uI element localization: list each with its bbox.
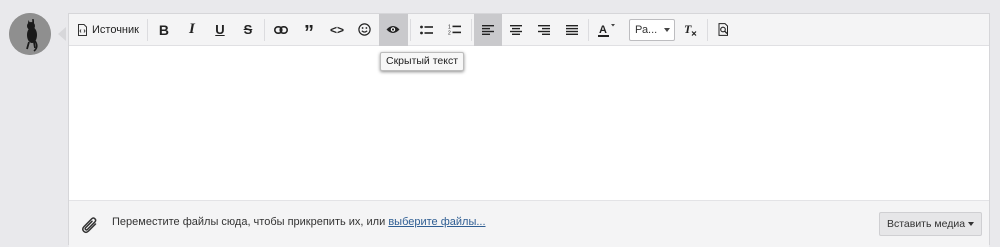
align-center-button[interactable] (502, 14, 530, 46)
paperclip-icon (82, 217, 97, 234)
rich-text-editor: Источник B I U S ” <> 1 2 A Ра... T Скры… (68, 13, 990, 247)
bulleted-list-button[interactable] (413, 14, 441, 46)
insert-media-button[interactable]: Вставить медиа (879, 212, 982, 236)
source-label: Источник (92, 23, 139, 36)
align-right-button[interactable] (530, 14, 558, 46)
svg-text:2: 2 (448, 31, 451, 36)
font-family-select[interactable]: Ра... (628, 18, 675, 41)
align-left-icon (481, 24, 494, 35)
align-left-button[interactable] (473, 13, 502, 46)
text-color-icon: A (597, 23, 615, 37)
drop-files-text: Переместите файлы сюда, чтобы прикрепить… (112, 216, 389, 228)
svg-text:A: A (599, 24, 607, 36)
remove-format-button[interactable]: T (677, 14, 705, 46)
bold-button[interactable]: B (150, 14, 178, 46)
smile-icon (358, 23, 372, 36)
code-button[interactable]: <> (323, 14, 351, 46)
choose-files-link[interactable]: выберите файлы... (388, 216, 485, 228)
toolbar-separator (409, 18, 411, 41)
toolbar-separator (470, 18, 472, 41)
avatar-pointer (58, 27, 66, 41)
chevron-down-icon (968, 222, 975, 226)
toolbar-separator (146, 18, 148, 41)
align-right-icon (537, 24, 550, 35)
editor-content-area[interactable] (69, 46, 989, 200)
strikethrough-button[interactable]: S (234, 14, 262, 46)
toolbar-separator (706, 18, 708, 41)
link-button[interactable] (267, 14, 295, 46)
clear-formatting-icon: T (684, 23, 697, 36)
align-justify-button[interactable] (558, 14, 586, 46)
eye-icon (386, 26, 400, 33)
toolbar-separator (587, 18, 589, 41)
hidden-text-button[interactable] (378, 13, 408, 46)
numbered-list-icon: 1 2 (448, 25, 462, 36)
attachment-bar: Переместите файлы сюда, чтобы прикрепить… (69, 200, 989, 247)
numbered-list-button[interactable]: 1 2 (441, 14, 469, 46)
editor-toolbar: Источник B I U S ” <> 1 2 A Ра... T (69, 13, 989, 46)
quote-button[interactable]: ” (295, 14, 323, 46)
insert-media-label: Вставить медиа (886, 218, 966, 230)
text-color-button[interactable]: A (591, 14, 623, 46)
link-icon (273, 25, 288, 34)
font-family-value: Ра... (634, 23, 658, 36)
underline-button[interactable]: U (206, 14, 234, 46)
cat-avatar-image (9, 13, 51, 55)
avatar[interactable] (9, 13, 51, 55)
smilie-button[interactable] (351, 14, 379, 46)
source-icon (78, 23, 87, 36)
chevron-down-icon (663, 27, 670, 32)
code-icon: <> (329, 22, 344, 37)
quote-icon: ” (303, 22, 314, 44)
preview-icon (718, 23, 728, 36)
align-justify-icon (565, 24, 578, 35)
bullet-list-icon (420, 25, 434, 34)
toolbar-separator (263, 18, 265, 41)
source-button[interactable]: Источник (69, 14, 145, 46)
italic-button[interactable]: I (178, 14, 206, 46)
svg-text:T: T (684, 23, 692, 36)
drop-files-hint: Переместите файлы сюда, чтобы прикрепить… (112, 216, 486, 228)
align-center-icon (509, 24, 522, 35)
preview-button[interactable] (710, 14, 738, 46)
